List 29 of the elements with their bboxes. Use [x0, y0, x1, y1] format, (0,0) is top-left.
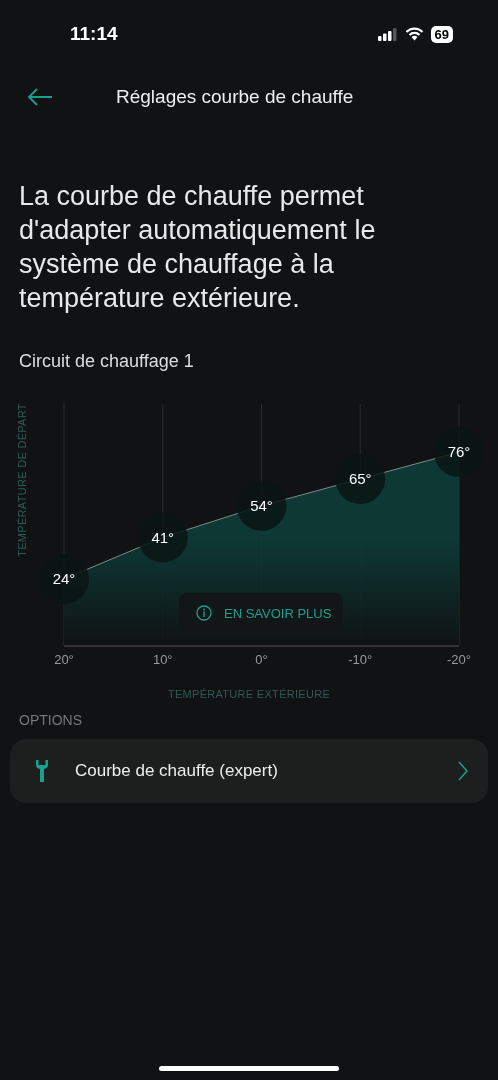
wifi-icon [404, 27, 424, 41]
option-row[interactable]: Courbe de chauffe (expert) [10, 739, 488, 803]
learn-more-button[interactable]: EN SAVOIR PLUS [179, 593, 343, 633]
axis-label: 10° [152, 652, 173, 667]
data-label: 54° [250, 496, 273, 514]
data-label: 65° [348, 469, 372, 487]
section-title: Circuit de chauffage 1 [19, 351, 195, 372]
section-title: OPTIONS [19, 712, 83, 728]
data-point[interactable] [236, 480, 287, 531]
axis-label: 0° [255, 652, 268, 667]
page-title: Réglages courbe de chauffe [116, 86, 354, 108]
intro-text: La courbe de chauffe permet d'adapter automatiquement le système de chauffage à la température extérieure. [19, 180, 377, 315]
axis-label: 20° [54, 652, 74, 667]
data-label: 76° [447, 443, 471, 461]
info-icon [196, 605, 212, 621]
axis-label: -20° [447, 652, 471, 667]
back-arrow-icon[interactable] [27, 87, 53, 107]
data-label: 24° [52, 570, 76, 587]
axis-title: TEMPÉRATURE EXTÉRIEURE [167, 688, 331, 700]
axis-title: TEMPÉRATURE DE DÉPART [16, 403, 28, 557]
axis-label: -10° [348, 652, 373, 667]
status-time: 11:14 [70, 23, 118, 45]
wrench-icon [36, 760, 48, 782]
data-label: 41° [151, 528, 175, 546]
battery-indicator: 69 [430, 25, 453, 43]
data-point[interactable] [137, 512, 188, 563]
chevron-right-icon [458, 761, 468, 781]
signal-icon [377, 27, 398, 41]
data-point[interactable] [335, 453, 386, 504]
